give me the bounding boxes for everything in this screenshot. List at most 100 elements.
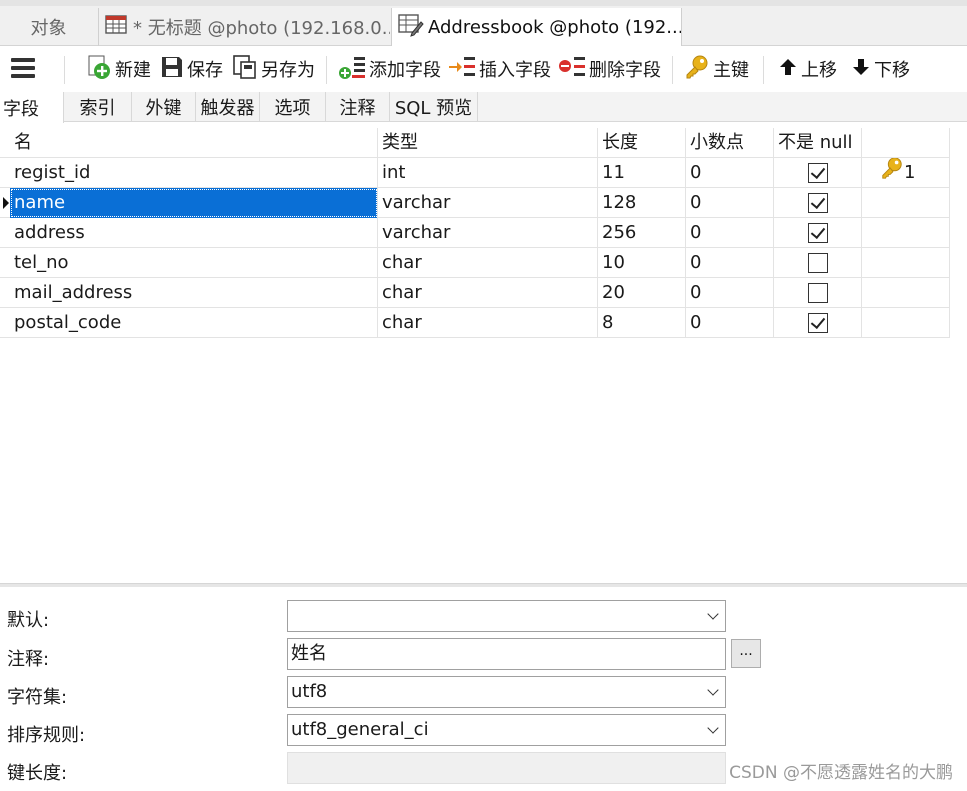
table-row[interactable]: mail_address char 20 0 [0,278,950,308]
not-null-checkbox[interactable] [808,253,828,273]
add-field-label: 添加字段 [369,60,441,81]
default-select[interactable] [287,600,726,632]
document-tab-strip: 对象 * 无标题 @photo (192.168.0... Addressboo… [0,0,967,47]
move-up-button[interactable]: 上移 [778,54,837,84]
add-field-button[interactable]: 添加字段 [338,54,441,84]
toolbar-separator [672,56,673,84]
insert-field-button[interactable]: 插入字段 [448,54,551,84]
table-row[interactable]: regist_id int 11 0 1 [0,158,950,188]
table-design-icon [398,13,428,42]
field-decimals-cell[interactable]: 0 [686,278,774,308]
column-header-decimals[interactable]: 小数点 [686,128,774,158]
field-key-cell[interactable]: 1 [862,158,950,188]
tab-addressbook-design[interactable]: Addressbook @photo (192.... [391,8,682,47]
field-key-cell[interactable] [862,308,950,338]
toolbar-separator [763,56,764,84]
chevron-down-icon [707,722,719,734]
column-header-name[interactable]: 名 [10,128,378,158]
field-decimals-cell[interactable]: 0 [686,308,774,338]
field-name-cell[interactable]: regist_id [10,158,378,188]
key-icon [684,54,713,85]
collation-select[interactable]: utf8_general_ci [287,714,726,746]
field-length-cell[interactable]: 8 [598,308,686,338]
save-label: 保存 [187,60,223,81]
field-not-null-cell [774,218,862,248]
primary-key-button[interactable]: 主键 [684,54,749,84]
comment-ellipsis-button[interactable]: ... [731,639,761,668]
field-key-cell[interactable] [862,248,950,278]
column-header-type[interactable]: 类型 [378,128,598,158]
delete-field-label: 删除字段 [589,60,661,81]
not-null-checkbox[interactable] [808,283,828,303]
field-length-cell[interactable]: 20 [598,278,686,308]
key-length-input [287,752,726,784]
csdn-watermark: CSDN @不愿透露姓名的大鹏 [729,763,953,783]
not-null-checkbox[interactable] [808,223,828,243]
charset-select[interactable]: utf8 [287,676,726,708]
chevron-down-icon [707,608,719,620]
field-name-cell[interactable]: tel_no [10,248,378,278]
comment-input[interactable]: 姓名 [287,638,726,670]
field-name-cell[interactable]: address [10,218,378,248]
new-label: 新建 [115,60,151,81]
add-field-icon [338,54,369,85]
field-type-cell[interactable]: char [378,248,598,278]
column-header-length[interactable]: 长度 [598,128,686,158]
tab-untitled-query[interactable]: * 无标题 @photo (192.168.0... [98,8,390,46]
field-key-cell[interactable] [862,278,950,308]
move-down-label: 下移 [874,60,910,81]
field-decimals-cell[interactable]: 0 [686,218,774,248]
collation-value: utf8_general_ci [291,719,429,740]
column-header-not-null[interactable]: 不是 null [774,128,862,158]
save-as-button[interactable]: 另存为 [232,54,315,84]
field-type-cell[interactable]: char [378,278,598,308]
menu-icon[interactable] [10,56,38,82]
subtab-fields[interactable]: 字段 [0,92,64,123]
field-name-cell[interactable]: mail_address [10,278,378,308]
tab-objects[interactable]: 对象 [0,8,97,46]
field-key-cell[interactable] [862,218,950,248]
not-null-checkbox[interactable] [808,313,828,333]
field-decimals-cell[interactable]: 0 [686,248,774,278]
field-decimals-cell[interactable]: 0 [686,188,774,218]
subtab-comments[interactable]: 注释 [326,92,390,122]
field-length-cell[interactable]: 256 [598,218,686,248]
field-not-null-cell [774,188,862,218]
field-length-cell[interactable]: 11 [598,158,686,188]
table-row[interactable]: address varchar 256 0 [0,218,950,248]
subtab-options[interactable]: 选项 [260,92,326,122]
table-row[interactable]: postal_code char 8 0 [0,308,950,338]
field-type-cell[interactable]: int [378,158,598,188]
delete-field-button[interactable]: 删除字段 [558,54,661,84]
field-key-cell[interactable] [862,188,950,218]
not-null-checkbox[interactable] [808,163,828,183]
new-icon [86,54,115,85]
subtab-foreign-keys[interactable]: 外键 [132,92,196,122]
subtab-sql-preview[interactable]: SQL 预览 [390,92,478,122]
grid-header-row: 名 类型 长度 小数点 不是 null [0,128,950,158]
delete-field-icon [558,54,589,85]
tab-objects-label: 对象 [30,18,67,39]
field-type-cell[interactable]: char [378,308,598,338]
save-as-label: 另存为 [261,60,315,81]
key-order-number: 1 [904,162,916,183]
column-header-key[interactable] [862,128,950,158]
save-button[interactable]: 保存 [160,54,223,84]
subtab-indexes[interactable]: 索引 [64,92,132,122]
field-length-cell[interactable]: 128 [598,188,686,218]
table-row[interactable]: tel_no char 10 0 [0,248,950,278]
not-null-checkbox[interactable] [808,193,828,213]
field-name-cell[interactable]: postal_code [10,308,378,338]
move-down-button[interactable]: 下移 [851,54,910,84]
tab-untitled-label: * 无标题 @photo (192.168.0... [133,18,390,39]
field-name-cell[interactable]: name [10,188,378,218]
field-decimals-cell[interactable]: 0 [686,158,774,188]
field-type-cell[interactable]: varchar [378,218,598,248]
panel-splitter[interactable] [0,583,967,587]
subtab-triggers[interactable]: 触发器 [196,92,260,122]
field-type-cell[interactable]: varchar [378,188,598,218]
charset-label: 字符集: [7,687,68,708]
field-length-cell[interactable]: 10 [598,248,686,278]
new-button[interactable]: 新建 [86,54,151,84]
table-row[interactable]: name varchar 128 0 [0,188,950,218]
